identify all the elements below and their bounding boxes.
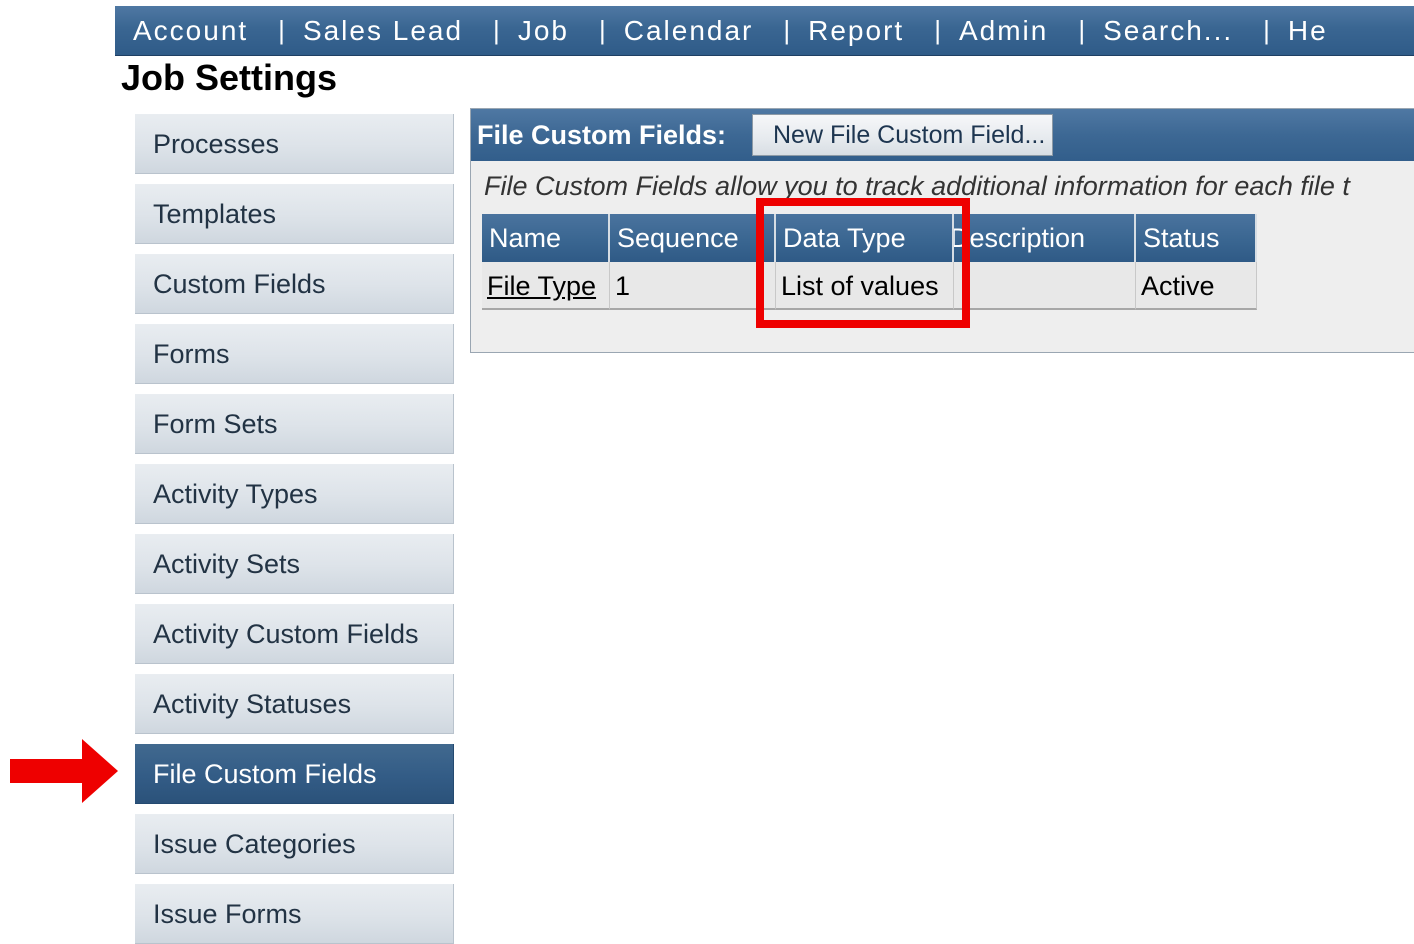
nav-admin[interactable]: Admin (941, 15, 1048, 47)
nav-account[interactable]: Account (115, 15, 248, 47)
nav-sales-lead[interactable]: Sales Lead (285, 15, 463, 47)
panel-header: File Custom Fields: New File Custom Fiel… (471, 109, 1414, 161)
nav-separator: | (783, 15, 791, 45)
cell-description (954, 262, 1136, 310)
sidebar-item-file-custom-fields[interactable]: File Custom Fields (135, 744, 454, 804)
sidebar-item-activity-statuses[interactable]: Activity Statuses (135, 674, 454, 734)
sidebar-item-templates[interactable]: Templates (135, 184, 454, 244)
cell-sequence: 1 (610, 262, 776, 310)
top-navigation-bar: Account | Sales Lead | Job | Calendar | … (115, 6, 1414, 56)
file-custom-fields-table: Name Sequence Data Type Description Stat… (482, 214, 1257, 310)
nav-separator: | (1263, 15, 1270, 45)
sidebar-item-issue-categories[interactable]: Issue Categories (135, 814, 454, 874)
nav-separator: | (1078, 15, 1086, 45)
panel-title: File Custom Fields: (477, 120, 727, 150)
sidebar-item-issue-forms[interactable]: Issue Forms (135, 884, 454, 944)
sidebar-item-forms[interactable]: Forms (135, 324, 454, 384)
cell-name: File Type (482, 262, 610, 310)
sidebar-item-processes[interactable]: Processes (135, 114, 454, 174)
cell-data-type: List of values (776, 262, 954, 310)
page-title: Job Settings (121, 57, 338, 98)
nav-separator: | (493, 15, 500, 45)
nav-job[interactable]: Job (500, 15, 569, 47)
nav-search[interactable]: Search... (1085, 15, 1233, 47)
column-header-data-type[interactable]: Data Type (776, 214, 954, 262)
column-header-name[interactable]: Name (482, 214, 610, 262)
nav-help[interactable]: He (1270, 15, 1328, 47)
nav-calendar[interactable]: Calendar (606, 15, 754, 47)
nav-separator: | (598, 15, 606, 45)
new-file-custom-field-button[interactable]: New File Custom Field... (752, 114, 1053, 156)
red-arrow-annotation-icon (10, 739, 118, 803)
column-header-sequence[interactable]: Sequence (610, 214, 776, 262)
sidebar-item-activity-custom-fields[interactable]: Activity Custom Fields (135, 604, 454, 664)
sidebar-item-custom-fields[interactable]: Custom Fields (135, 254, 454, 314)
nav-report[interactable]: Report (790, 15, 904, 47)
nav-separator: | (278, 15, 285, 45)
nav-separator: | (934, 15, 941, 45)
file-type-link[interactable]: File Type (487, 271, 596, 301)
column-header-description[interactable]: Description (954, 214, 1136, 262)
panel-description: File Custom Fields allow you to track ad… (484, 171, 1350, 201)
sidebar-item-activity-types[interactable]: Activity Types (135, 464, 454, 524)
sidebar-item-activity-sets[interactable]: Activity Sets (135, 534, 454, 594)
sidebar-item-form-sets[interactable]: Form Sets (135, 394, 454, 454)
cell-status: Active (1136, 262, 1257, 310)
file-custom-fields-panel: File Custom Fields: New File Custom Fiel… (470, 108, 1414, 353)
column-header-status[interactable]: Status (1136, 214, 1257, 262)
